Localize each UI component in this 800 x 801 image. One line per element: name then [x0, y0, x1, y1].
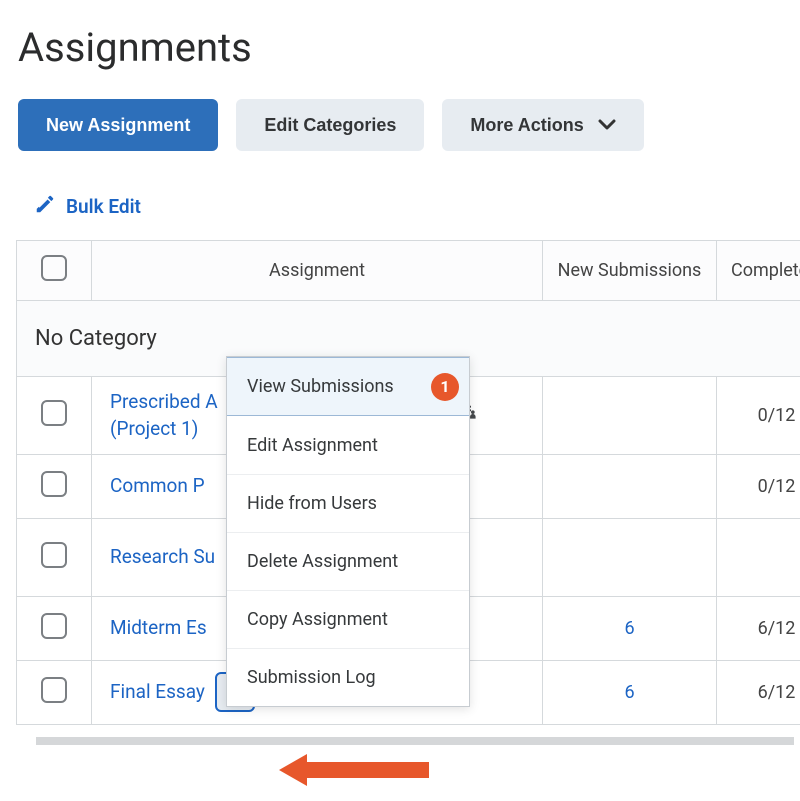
pencil-icon — [34, 193, 56, 220]
row-actions-menu: View Submissions 1 Edit Assignment Hide … — [226, 356, 470, 707]
assignment-link[interactable]: Final Essay — [110, 679, 205, 706]
more-actions-label: More Actions — [470, 115, 583, 136]
menu-item-edit-assignment[interactable]: Edit Assignment — [227, 416, 469, 474]
new-assignment-button[interactable]: New Assignment — [18, 99, 218, 151]
new-submissions-cell: 6 — [543, 661, 717, 725]
new-submissions-cell: 6 — [543, 597, 717, 661]
assignment-link[interactable]: Research Su — [110, 544, 215, 571]
page-title: Assignments — [18, 24, 800, 71]
chevron-down-icon — [598, 115, 616, 136]
completed-cell — [717, 519, 800, 597]
menu-item-view-submissions[interactable]: View Submissions 1 — [227, 357, 469, 416]
horizontal-scrollbar[interactable] — [16, 737, 800, 745]
menu-item-delete-assignment[interactable]: Delete Assignment — [227, 532, 469, 590]
assignment-link[interactable]: Common P — [110, 473, 205, 500]
bulk-edit-link[interactable]: Bulk Edit — [34, 193, 141, 220]
annotation-arrow — [279, 750, 429, 790]
menu-item-copy-assignment[interactable]: Copy Assignment — [227, 590, 469, 648]
row-checkbox[interactable] — [41, 677, 67, 703]
row-checkbox[interactable] — [41, 400, 67, 426]
select-all-checkbox[interactable] — [41, 255, 67, 281]
col-header-new-submissions: New Submissions — [543, 241, 717, 301]
row-checkbox[interactable] — [41, 613, 67, 639]
new-submissions-link[interactable]: 6 — [624, 682, 634, 703]
col-header-completed: Completed — [717, 241, 800, 301]
new-submissions-cell — [543, 519, 717, 597]
completed-cell: 6/12 — [717, 661, 800, 725]
assignment-link[interactable]: Prescribed A (Project 1) — [110, 389, 218, 442]
new-submissions-cell — [543, 455, 717, 519]
menu-item-hide-from-users[interactable]: Hide from Users — [227, 474, 469, 532]
menu-item-submission-log[interactable]: Submission Log — [227, 648, 469, 706]
new-submissions-cell — [543, 377, 717, 455]
edit-categories-button[interactable]: Edit Categories — [236, 99, 424, 151]
more-actions-button[interactable]: More Actions — [442, 99, 643, 151]
bulk-edit-label: Bulk Edit — [66, 195, 141, 218]
row-checkbox[interactable] — [41, 471, 67, 497]
completed-cell: 0/12 — [717, 377, 800, 455]
new-submissions-link[interactable]: 6 — [624, 618, 634, 639]
row-checkbox[interactable] — [41, 542, 67, 568]
completed-cell: 0/12 — [717, 455, 800, 519]
col-header-assignment: Assignment — [92, 241, 543, 301]
assignment-link[interactable]: Midterm Es — [110, 615, 207, 642]
scrollbar-thumb[interactable] — [36, 737, 794, 745]
toolbar: New Assignment Edit Categories More Acti… — [18, 99, 800, 151]
completed-cell: 6/12 — [717, 597, 800, 661]
annotation-badge-1: 1 — [431, 373, 459, 401]
